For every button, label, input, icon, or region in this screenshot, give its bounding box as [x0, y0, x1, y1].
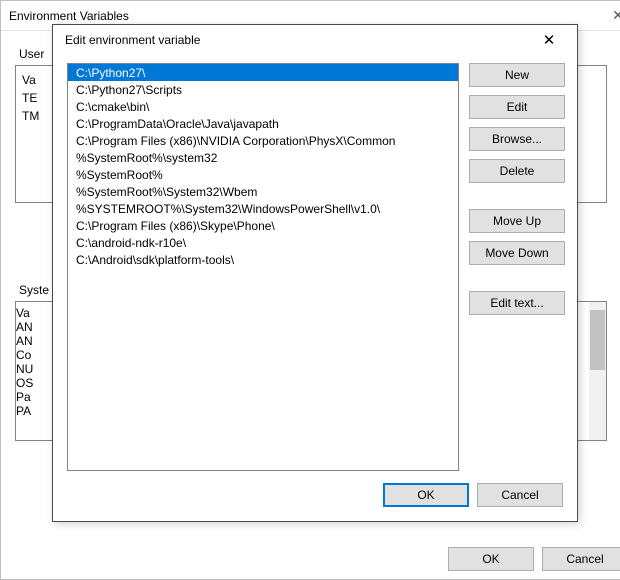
path-entry[interactable]: C:\Python27\ [68, 64, 458, 81]
path-entry[interactable]: C:\Python27\Scripts [68, 81, 458, 98]
scrollbar-track[interactable] [589, 302, 606, 440]
path-entry[interactable]: C:\Program Files (x86)\Skype\Phone\ [68, 217, 458, 234]
delete-button[interactable]: Delete [469, 159, 565, 183]
path-entry[interactable]: %SystemRoot% [68, 166, 458, 183]
move-up-button[interactable]: Move Up [469, 209, 565, 233]
scrollbar-thumb[interactable] [590, 310, 605, 370]
close-icon[interactable]: ✕ [598, 7, 620, 24]
spacer [469, 191, 565, 209]
env-vars-title: Environment Variables [9, 9, 598, 23]
path-entries-list[interactable]: C:\Python27\ C:\Python27\Scripts C:\cmak… [67, 63, 459, 471]
edit-env-var-dialog: Edit environment variable ✕ C:\Python27\… [52, 24, 578, 522]
spacer [469, 273, 565, 291]
ok-button[interactable]: OK [448, 547, 534, 571]
path-entry[interactable]: C:\Program Files (x86)\NVIDIA Corporatio… [68, 132, 458, 149]
path-entry[interactable]: C:\cmake\bin\ [68, 98, 458, 115]
path-entry[interactable]: %SYSTEMROOT%\System32\WindowsPowerShell\… [68, 200, 458, 217]
path-entry[interactable]: C:\ProgramData\Oracle\Java\javapath [68, 115, 458, 132]
new-button[interactable]: New [469, 63, 565, 87]
dialog-bottom-buttons: OK Cancel [383, 483, 563, 507]
edit-text-button[interactable]: Edit text... [469, 291, 565, 315]
edit-env-var-titlebar: Edit environment variable ✕ [53, 25, 577, 55]
path-entry[interactable]: C:\android-ndk-r10e\ [68, 234, 458, 251]
path-entry[interactable]: C:\Android\sdk\platform-tools\ [68, 251, 458, 268]
env-vars-bottom-buttons: OK Cancel [1, 547, 620, 571]
path-entry[interactable]: %SystemRoot%\system32 [68, 149, 458, 166]
edit-env-var-content: C:\Python27\ C:\Python27\Scripts C:\cmak… [53, 55, 577, 521]
ok-button[interactable]: OK [383, 483, 469, 507]
cancel-button[interactable]: Cancel [542, 547, 620, 571]
path-entry[interactable]: %SystemRoot%\System32\Wbem [68, 183, 458, 200]
edit-button[interactable]: Edit [469, 95, 565, 119]
move-down-button[interactable]: Move Down [469, 241, 565, 265]
close-icon[interactable]: ✕ [531, 31, 567, 49]
cancel-button[interactable]: Cancel [477, 483, 563, 507]
side-buttons: New Edit Browse... Delete Move Up Move D… [469, 63, 565, 323]
browse-button[interactable]: Browse... [469, 127, 565, 151]
edit-env-var-title: Edit environment variable [65, 33, 531, 47]
